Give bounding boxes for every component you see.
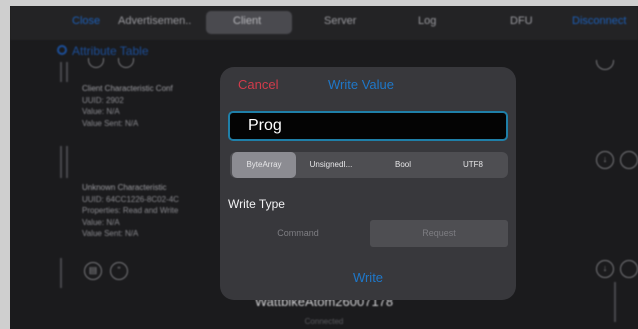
characteristic-name: Client Characteristic Conf [82,84,173,93]
download-icon[interactable]: ↓ [596,260,614,278]
tab-bar: Close Advertisemen.. Client Server Log D… [10,6,638,40]
minus-circle-icon[interactable] [57,45,67,55]
tree-line [66,146,68,178]
tree-line [60,258,62,288]
download-icon[interactable] [596,60,614,70]
action-icon[interactable] [118,58,134,68]
tab-server[interactable]: Server [324,15,356,27]
write-type-command[interactable]: Command [230,220,366,247]
write-value-dialog: Cancel Write Value Prog ByteArray Unsign… [220,67,516,300]
tab-advertisement[interactable]: Advertisemen.. [118,15,191,27]
value-input[interactable]: Prog [228,111,508,141]
attribute-table-title: Attribute Table [72,44,149,58]
write-type-request[interactable]: Request [370,220,508,247]
characteristic-value-sent: Value Sent: N/A [82,118,139,128]
format-utf8[interactable]: UTF8 [440,152,506,178]
tab-dfu[interactable]: DFU [510,15,533,27]
dialog-title: Write Value [328,77,394,92]
characteristic-value-sent: Value Sent: N/A [82,229,139,238]
connection-status: Connected [304,317,344,326]
cancel-button[interactable]: Cancel [238,77,278,92]
read-icon[interactable]: ▤ [84,262,102,280]
upload-icon[interactable] [620,151,638,169]
tree-line [60,62,62,82]
characteristic-card-2: Unknown Characteristic UUID: 64CC1226-8C… [82,182,179,240]
characteristic-properties: Properties: Read and Write [82,206,179,215]
characteristic-value: Value: N/A [82,107,120,116]
format-unsignedint[interactable]: UnsignedI... [298,152,364,178]
characteristic-uuid: UUID: 2902 [82,95,124,105]
characteristic-value: Value: N/A [82,217,120,227]
characteristic-uuid: UUID: 64CC1226-8C02-4C [82,194,179,204]
format-segmented-control: ByteArray UnsignedI... Bool UTF8 [230,152,508,178]
write-icon[interactable]: “ [110,262,128,280]
close-button[interactable]: Close [72,15,100,27]
characteristic-name: Unknown Characteristic [82,183,167,192]
write-button[interactable]: Write [220,270,516,285]
tree-line [66,62,68,82]
tab-client[interactable]: Client [233,15,261,27]
format-bool[interactable]: Bool [370,152,436,178]
action-icon[interactable] [88,58,104,68]
disconnect-button[interactable]: Disconnect [572,15,626,27]
tree-line [60,146,62,178]
tab-log[interactable]: Log [418,15,436,27]
characteristic-card-1: Client Characteristic Conf UUID: 2902 Va… [82,83,173,129]
device-screen: Close Advertisemen.. Client Server Log D… [10,6,638,329]
upload-icon[interactable] [620,260,638,278]
write-type-label: Write Type [228,197,285,211]
download-icon[interactable]: ↓ [596,151,614,169]
format-bytearray[interactable]: ByteArray [232,152,296,178]
